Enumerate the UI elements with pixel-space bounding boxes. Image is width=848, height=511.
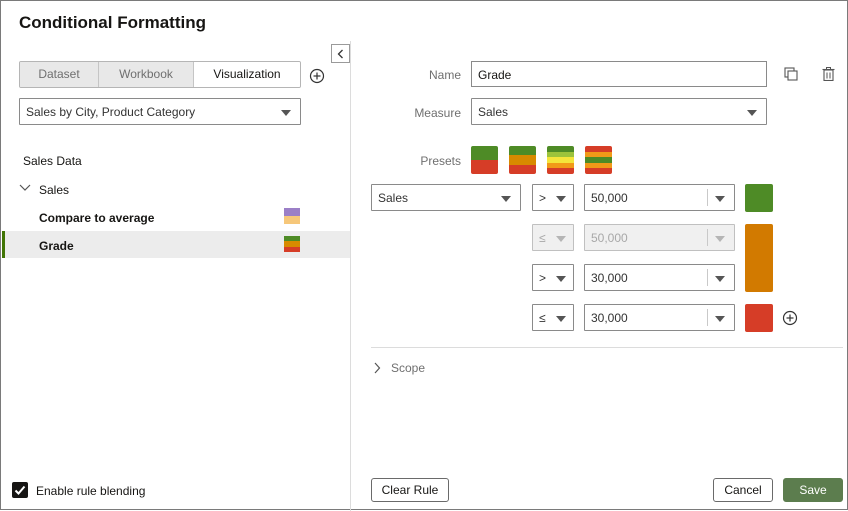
chevron-down-icon: [556, 316, 566, 322]
rule-name-input[interactable]: Grade: [471, 61, 767, 87]
tree-group-sales[interactable]: Sales: [39, 183, 69, 197]
enable-blending-label: Enable rule blending: [36, 484, 146, 498]
clear-rule-button[interactable]: Clear Rule: [371, 478, 449, 502]
cancel-button[interactable]: Cancel: [713, 478, 773, 502]
chevron-down-icon: [556, 236, 566, 242]
measure-select-value: Sales: [478, 105, 509, 119]
scope-section-toggle[interactable]: Scope: [391, 361, 425, 375]
color-picker-red[interactable]: [745, 304, 773, 332]
source-select-value: Sales by City, Product Category: [26, 105, 196, 119]
chevron-down-icon: [747, 110, 757, 116]
tab-visualization[interactable]: Visualization: [194, 62, 300, 87]
threshold-value: 30,000: [591, 271, 628, 285]
combobox-separator: [707, 269, 708, 286]
color-picker-orange[interactable]: [745, 224, 773, 292]
duplicate-icon[interactable]: [784, 67, 798, 81]
threshold-value: 30,000: [591, 311, 628, 325]
threshold-value: 50,000: [591, 231, 628, 245]
rule-item-compare-to-average[interactable]: Compare to average: [39, 211, 154, 225]
chevron-down-icon: [715, 236, 725, 242]
measure-label: Measure: [414, 106, 461, 120]
chevron-down-icon: [715, 316, 725, 322]
operator-select[interactable]: >: [532, 264, 574, 291]
section-divider: [371, 347, 843, 348]
threshold-combobox[interactable]: 30,000: [584, 264, 735, 291]
source-select[interactable]: Sales by City, Product Category: [19, 98, 301, 125]
tab-dataset[interactable]: Dataset: [20, 62, 99, 87]
chevron-right-icon[interactable]: [373, 362, 381, 374]
rule-swatch: [284, 208, 300, 224]
threshold-combobox[interactable]: 30,000: [584, 304, 735, 331]
preset-banded[interactable]: [585, 146, 612, 174]
rule-swatch: [284, 236, 300, 252]
preset-three-color[interactable]: [509, 146, 536, 174]
rule-item-grade[interactable]: Grade: [39, 239, 74, 253]
chevron-down-icon[interactable]: [19, 183, 31, 193]
chevron-down-icon: [556, 276, 566, 282]
threshold-value: 50,000: [591, 191, 628, 205]
scope-segmented-control: Dataset Workbook Visualization: [19, 61, 301, 88]
tree-root-label: Sales Data: [23, 154, 82, 168]
rule-name-value: Grade: [478, 68, 512, 82]
measure-select[interactable]: Sales: [471, 98, 767, 125]
chevron-down-icon: [715, 196, 725, 202]
color-picker-green[interactable]: [745, 184, 773, 212]
chevron-down-icon: [281, 110, 291, 116]
add-rule-icon[interactable]: [309, 68, 325, 84]
name-label: Name: [428, 68, 461, 82]
tab-workbook[interactable]: Workbook: [99, 62, 194, 87]
chevron-down-icon: [556, 196, 566, 202]
operator-value: ≤: [539, 311, 546, 325]
condition-measure-select[interactable]: Sales: [371, 184, 521, 211]
chevron-left-icon: [337, 49, 343, 58]
presets-label: Presets: [420, 154, 461, 168]
condition-measure-value: Sales: [378, 191, 409, 205]
chevron-down-icon: [501, 196, 511, 202]
enable-blending-checkbox[interactable]: [12, 482, 28, 498]
operator-select[interactable]: ≤: [532, 304, 574, 331]
conditional-formatting-dialog: Conditional Formatting Dataset Workbook …: [0, 0, 848, 511]
trash-icon[interactable]: [822, 67, 835, 81]
combobox-separator: [707, 309, 708, 326]
save-button[interactable]: Save: [783, 478, 843, 502]
operator-value: >: [539, 271, 547, 285]
preset-five-color[interactable]: [547, 146, 574, 174]
check-icon: [14, 485, 26, 495]
preset-two-color[interactable]: [471, 146, 498, 174]
operator-value: ≤: [539, 231, 546, 245]
threshold-combobox[interactable]: 50,000: [584, 184, 735, 211]
combobox-separator: [707, 189, 708, 206]
panel-divider: [350, 41, 351, 511]
add-condition-icon[interactable]: [782, 310, 798, 326]
threshold-combobox-disabled: 50,000: [584, 224, 735, 251]
operator-value: >: [539, 191, 547, 205]
chevron-down-icon: [715, 276, 725, 282]
operator-select[interactable]: >: [532, 184, 574, 211]
collapse-panel-button[interactable]: [331, 44, 350, 63]
dialog-title: Conditional Formatting: [19, 13, 206, 32]
combobox-separator: [707, 229, 708, 246]
operator-select-disabled: ≤: [532, 224, 574, 251]
